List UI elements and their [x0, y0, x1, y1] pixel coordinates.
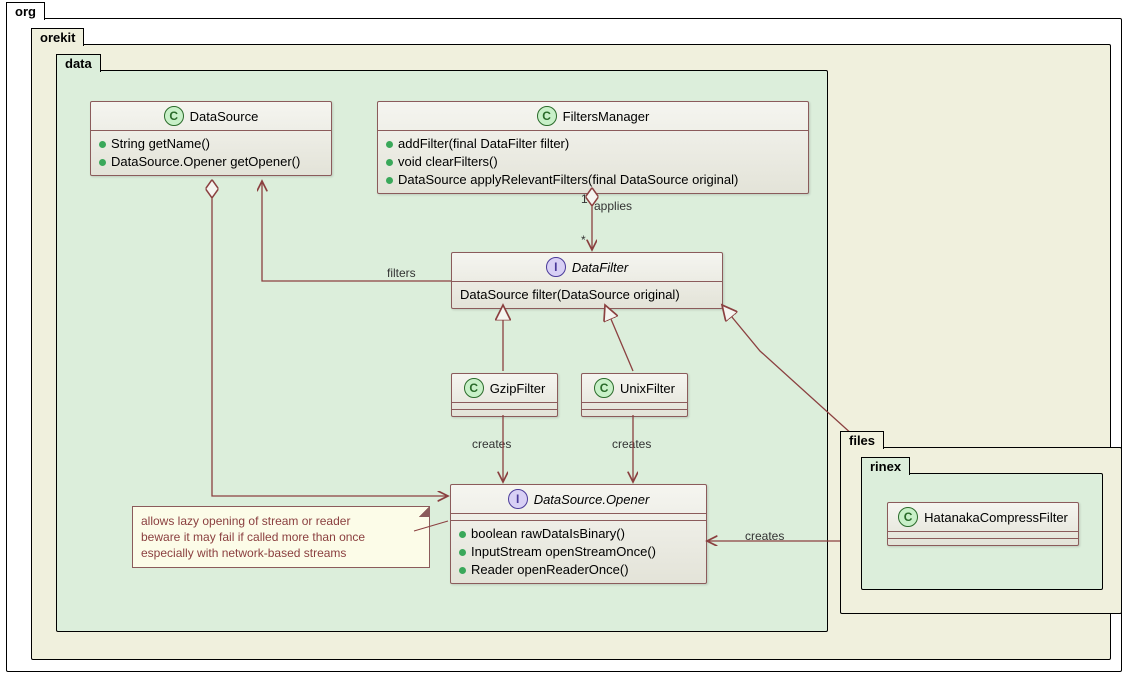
class-stereotype-icon: C [537, 106, 557, 126]
class-name: DataFilter [572, 260, 628, 275]
class-stereotype-icon: C [164, 106, 184, 126]
label-mult1: 1 [581, 192, 588, 206]
member: void clearFilters() [398, 153, 498, 171]
package-rinex: rinex CHatanakaCompressFilter [861, 473, 1103, 590]
public-marker-icon [459, 531, 466, 538]
label-multn: * [581, 233, 586, 247]
member: DataSource applyRelevantFilters(final Da… [398, 171, 738, 189]
class-name: GzipFilter [490, 381, 546, 396]
label-filters: filters [387, 266, 416, 280]
class-stereotype-icon: C [594, 378, 614, 398]
interface-stereotype-icon: I [508, 489, 528, 509]
class-name: FiltersManager [563, 109, 650, 124]
public-marker-icon [386, 177, 393, 184]
package-data-tab: data [56, 54, 101, 72]
note-line: allows lazy opening of stream or reader [141, 513, 421, 529]
label-applies: applies [594, 199, 632, 213]
class-hatanaka: C HatanakaCompressFilter [887, 502, 1079, 546]
public-marker-icon [99, 159, 106, 166]
interface-datafilter: I DataFilter DataSource filter(DataSource… [451, 252, 723, 309]
member: DataSource filter(DataSource original) [460, 286, 680, 304]
member: Reader openReaderOnce() [471, 561, 629, 579]
class-unixfilter: C UnixFilter [581, 373, 688, 417]
package-files-tab: files [840, 431, 884, 449]
label-creates3: creates [745, 529, 784, 543]
class-stereotype-icon: C [898, 507, 918, 527]
package-data: data CDataSource String getName() DataSo… [56, 70, 828, 632]
public-marker-icon [386, 141, 393, 148]
public-marker-icon [459, 549, 466, 556]
class-gzipfilter: C GzipFilter [451, 373, 558, 417]
package-rinex-tab: rinex [861, 457, 910, 475]
class-name: DataSource [190, 109, 259, 124]
interface-stereotype-icon: I [546, 257, 566, 277]
note-line: especially with network-based streams [141, 545, 421, 561]
package-files: files rinex CHatanakaCompressFilter [840, 447, 1122, 614]
class-stereotype-icon: C [464, 378, 484, 398]
member: addFilter(final DataFilter filter) [398, 135, 569, 153]
interface-opener: I DataSource.Opener boolean rawDataIsBina… [450, 484, 707, 584]
note: allows lazy opening of stream or reader … [132, 506, 430, 568]
package-orekit-tab: orekit [31, 28, 84, 46]
package-org-tab: org [6, 2, 45, 20]
package-orekit: orekit data CDataSource String getName()… [31, 44, 1111, 660]
class-name: DataSource.Opener [534, 492, 650, 507]
note-line: beware it may fail if called more than o… [141, 529, 421, 545]
public-marker-icon [99, 141, 106, 148]
class-filtersmanager: C FiltersManager addFilter(final DataFilt… [377, 101, 809, 194]
label-creates1: creates [472, 437, 511, 451]
diagram-root: org orekit data C DataSource String getNa… [0, 0, 1127, 677]
member: DataSource.Opener getOpener() [111, 153, 300, 171]
public-marker-icon [459, 567, 466, 574]
member: String getName() [111, 135, 210, 153]
class-name: UnixFilter [620, 381, 675, 396]
package-org: org orekit data CDataSource String getNa… [6, 18, 1122, 672]
public-marker-icon [386, 159, 393, 166]
member: InputStream openStreamOnce() [471, 543, 656, 561]
member: boolean rawDataIsBinary() [471, 525, 625, 543]
label-creates2: creates [612, 437, 651, 451]
class-datasource: C DataSource String getName() DataSource.… [90, 101, 332, 176]
class-name: HatanakaCompressFilter [924, 510, 1068, 525]
